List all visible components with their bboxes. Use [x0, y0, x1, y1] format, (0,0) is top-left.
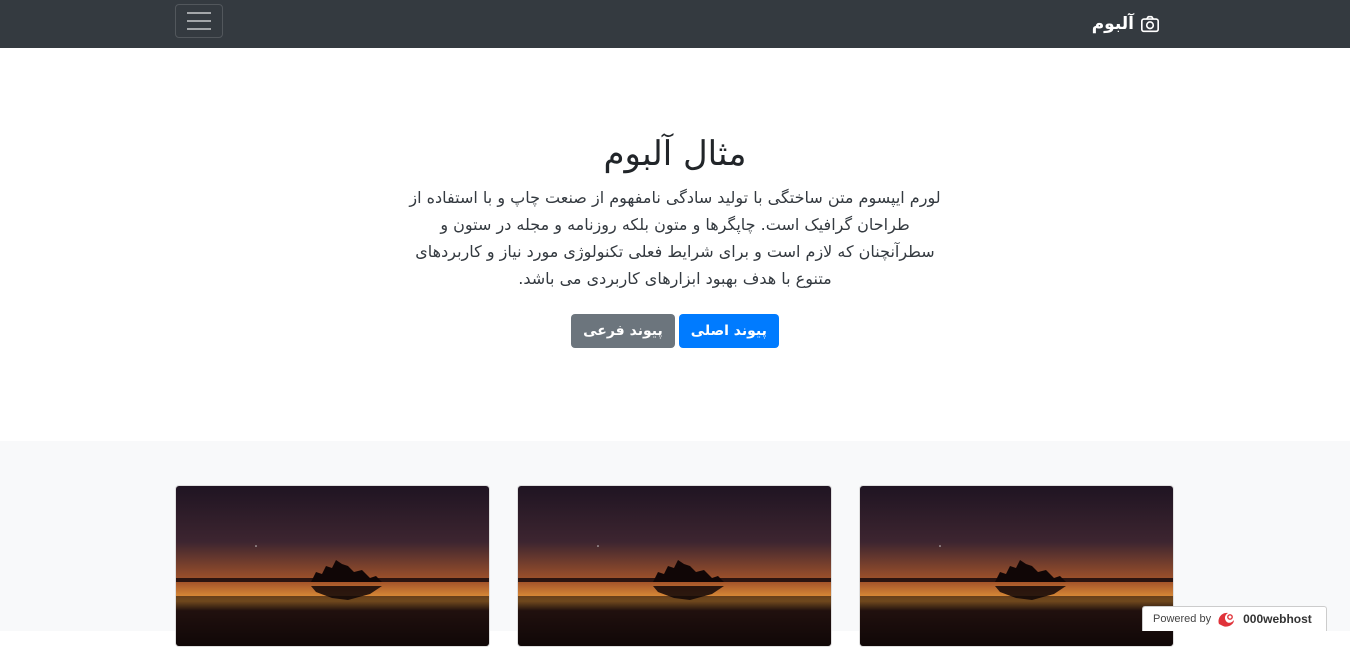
hero-section: مثال آلبوم لورم ایپسوم متن ساختگی با تول… [0, 48, 1350, 441]
hero-buttons: پیوند اصلی پیوند فرعی [0, 314, 1350, 348]
webhost-logo-icon [1218, 612, 1235, 627]
navbar-brand-label: آلبوم [1091, 14, 1134, 34]
album-card [517, 485, 832, 647]
menu-icon [187, 28, 211, 30]
webhost-brand-label: 000webhost [1243, 612, 1312, 626]
page-title: مثال آلبوم [603, 134, 747, 174]
menu-icon [187, 12, 211, 14]
album-card [859, 485, 1174, 647]
sunset-silhouette-image [176, 486, 489, 646]
album-card [175, 485, 490, 647]
powered-by-label: Powered by [1153, 613, 1212, 625]
powered-by-badge[interactable]: Powered by 000webhost [1142, 606, 1327, 631]
camera-icon [1141, 15, 1159, 33]
album-section [0, 441, 1350, 647]
sunset-silhouette-image [860, 486, 1173, 646]
navbar: آلبوم [0, 0, 1350, 48]
sunset-silhouette-image [518, 486, 831, 646]
navbar-toggle-button[interactable] [175, 4, 223, 38]
menu-icon [187, 20, 211, 22]
navbar-brand-link[interactable]: آلبوم [1092, 12, 1160, 36]
secondary-link-button[interactable]: پیوند فرعی [571, 314, 675, 348]
hero-lead-text: لورم ایپسوم متن ساختگی با تولید سادگی نا… [409, 188, 941, 288]
primary-link-button[interactable]: پیوند اصلی [678, 314, 779, 348]
